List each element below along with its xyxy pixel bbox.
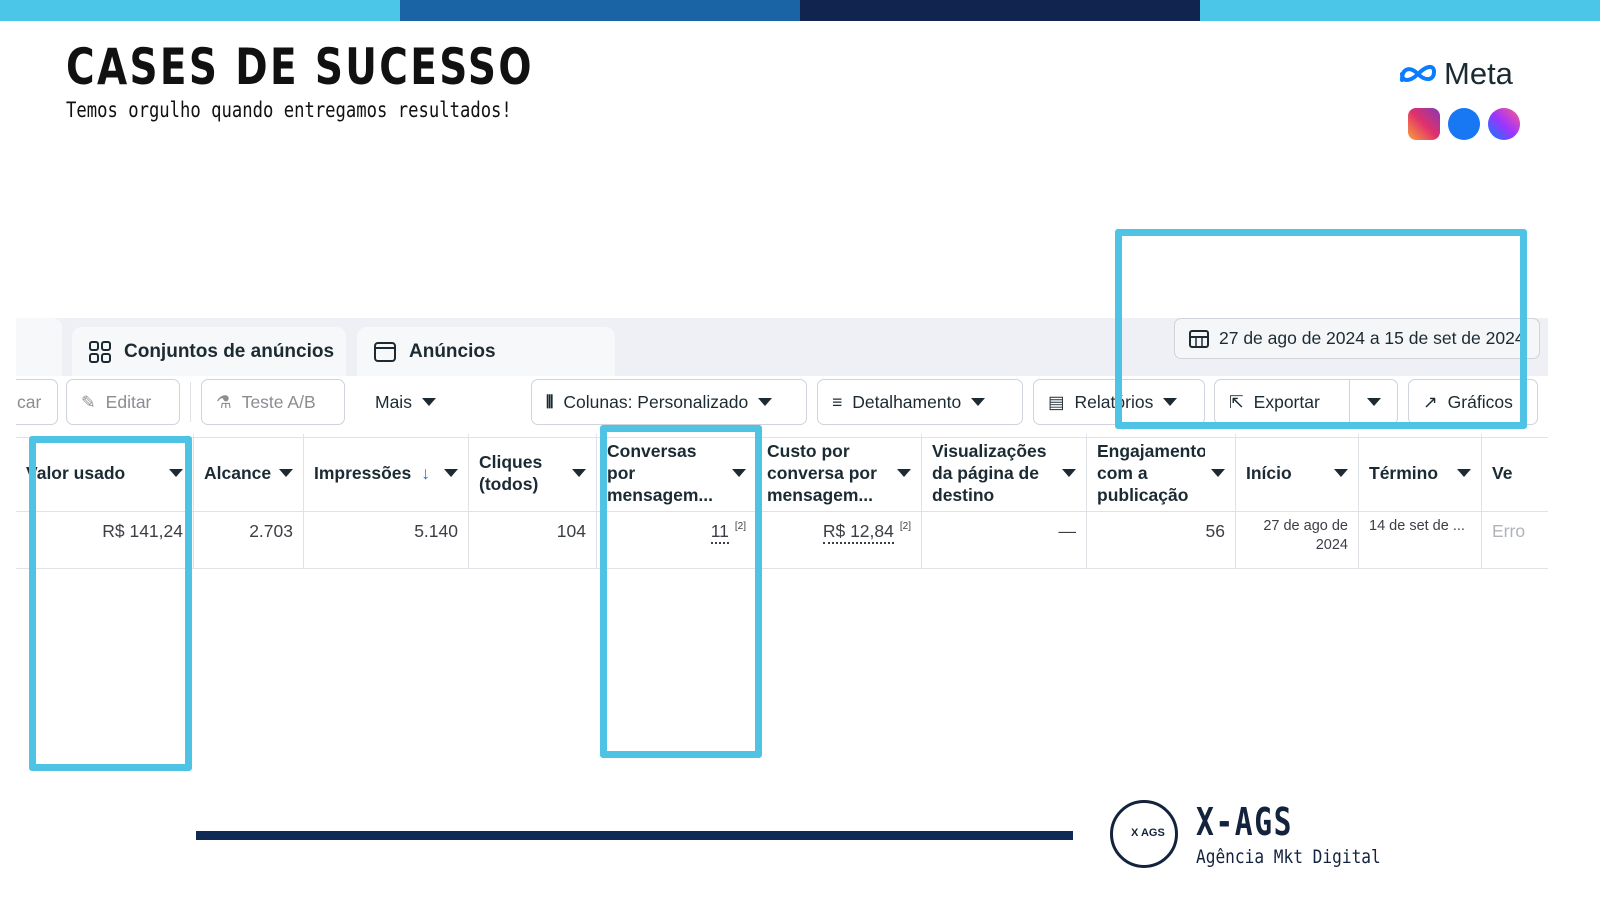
social-icons — [1408, 108, 1520, 140]
cell-value: 56 — [1205, 521, 1225, 541]
meta-logo: Meta — [1398, 56, 1513, 92]
tab-campaigns-partial[interactable] — [16, 318, 62, 376]
column-header-start[interactable]: Início — [1236, 434, 1359, 512]
ab-test-button[interactable]: ⚗ Teste A/B — [201, 379, 345, 425]
column-header-reach[interactable]: Alcance — [194, 434, 304, 512]
tab-ads-label: Anúncios — [409, 340, 496, 362]
chevron-down-icon — [1457, 468, 1471, 477]
edit-button[interactable]: ✎ Editar — [66, 379, 180, 425]
brand-tagline: Agência Mkt Digital — [1196, 846, 1381, 868]
chevron-down-icon — [1334, 468, 1348, 477]
header-label: Alcance — [204, 462, 272, 483]
slide-title: CASES DE SUCESSO — [66, 38, 534, 96]
chevron-down-icon — [421, 398, 436, 406]
header-label: Visualizações da página de destino — [932, 440, 1047, 505]
top-bar-segment-3 — [800, 0, 1200, 21]
cell-value: 2.703 — [249, 521, 293, 541]
grid-icon — [89, 340, 111, 363]
breakdown-button[interactable]: ≡ Detalhamento — [817, 379, 1023, 425]
cell-cost-per-conversation[interactable]: R$ 12,84 [2] — [757, 512, 922, 569]
messenger-icon — [1488, 108, 1520, 140]
cell-landing-views: — — [922, 512, 1087, 569]
columns-button-label: Colunas: Personalizado — [563, 391, 749, 412]
header-label: Impressões — [314, 462, 412, 483]
cell-reach: 2.703 — [194, 512, 304, 569]
more-button-label: Mais — [375, 391, 412, 412]
chevron-down-icon — [572, 468, 586, 477]
highlight-box-date-export-inner — [1120, 234, 1522, 424]
cell-value: 27 de ago de 2024 — [1263, 518, 1348, 553]
slide-subtitle: Temos orgulho quando entregamos resultad… — [66, 98, 512, 122]
flask-icon: ⚗ — [216, 391, 232, 412]
cell-impressions: 5.140 — [304, 512, 469, 569]
reports-icon: ▤ — [1048, 391, 1065, 412]
ab-test-button-label: Teste A/B — [241, 391, 316, 412]
chevron-down-icon — [971, 398, 986, 406]
partial-button-label: car — [17, 391, 42, 412]
tab-ad-sets[interactable]: Conjuntos de anúncios — [72, 327, 346, 376]
brand-name: X-AGS — [1196, 800, 1294, 844]
header-label: Custo por conversa por mensagem... — [767, 440, 877, 505]
top-color-bar — [0, 0, 1600, 21]
cell-partial: Erro — [1482, 512, 1548, 569]
top-bar-segment-1 — [0, 0, 400, 21]
top-bar-segment-4 — [1200, 0, 1600, 21]
tab-ads[interactable]: Anúncios — [357, 327, 615, 376]
meta-infinity-icon — [1400, 65, 1437, 82]
chevron-down-icon — [1062, 468, 1076, 477]
column-header-impressions[interactable]: Impressões ↓ — [304, 434, 469, 512]
brand-logo-mark: X AGS — [1110, 800, 1178, 868]
cell-value: — — [1058, 521, 1077, 541]
more-button[interactable]: Mais — [361, 379, 461, 425]
cell-start: 27 de ago de 2024 — [1236, 512, 1359, 569]
header-label: Cliques (todos) — [479, 451, 543, 494]
facebook-icon — [1448, 108, 1480, 140]
pencil-icon: ✎ — [81, 391, 96, 412]
columns-button[interactable]: ⫴ Colunas: Personalizado — [531, 379, 807, 425]
tab-ad-sets-label: Conjuntos de anúncios — [124, 340, 335, 362]
header-label: Engajamento com a publicação — [1097, 440, 1205, 505]
column-header-clicks[interactable]: Cliques (todos) — [469, 434, 597, 512]
cell-end: 14 de set de ... — [1359, 512, 1482, 569]
top-bar-segment-2 — [400, 0, 800, 21]
highlight-box-conversations-inner — [605, 430, 757, 753]
breakdown-button-label: Detalhamento — [852, 391, 962, 412]
column-header-cost-per-conversation[interactable]: Custo por conversa por mensagem... — [757, 434, 922, 512]
instagram-icon — [1408, 108, 1440, 140]
chevron-down-icon — [897, 468, 911, 477]
toolbar-divider — [190, 382, 191, 422]
chevron-down-icon — [1211, 468, 1225, 477]
chevron-down-icon — [279, 468, 293, 477]
ad-window-icon — [374, 341, 396, 362]
cell-value: R$ 12,84 — [822, 521, 894, 544]
header-label: Término — [1369, 462, 1439, 483]
column-header-partial[interactable]: Ve — [1482, 434, 1548, 512]
highlight-box-amount-spent-inner — [34, 441, 187, 766]
partial-button[interactable]: car — [16, 379, 58, 425]
chevron-down-icon — [444, 468, 458, 477]
column-header-landing-views[interactable]: Visualizações da página de destino — [922, 434, 1087, 512]
brand-mark-text: X AGS — [1131, 827, 1165, 839]
column-header-end[interactable]: Término — [1359, 434, 1482, 512]
results-table: Valor usado Alcance Impressões ↓ Cliques … — [16, 434, 1548, 570]
edit-button-label: Editar — [105, 391, 152, 412]
cell-value: 5.140 — [414, 521, 458, 541]
sort-down-icon: ↓ — [421, 462, 430, 483]
meta-wordmark: Meta — [1444, 56, 1513, 91]
header-label: Início — [1246, 462, 1292, 483]
header-label: Ve — [1492, 462, 1513, 483]
cell-value: 14 de set de ... — [1369, 518, 1465, 534]
footnote-marker: [2] — [899, 521, 911, 532]
columns-icon: ⫴ — [546, 391, 554, 412]
footer-divider — [196, 831, 1073, 840]
cell-value: 104 — [556, 521, 586, 541]
cell-clicks: 104 — [469, 512, 597, 569]
chevron-down-icon — [758, 398, 773, 406]
cell-value: Erro — [1492, 521, 1526, 541]
breakdown-icon: ≡ — [832, 391, 843, 412]
column-header-engagement[interactable]: Engajamento com a publicação — [1087, 434, 1236, 512]
cell-engagement: 56 — [1087, 512, 1236, 569]
